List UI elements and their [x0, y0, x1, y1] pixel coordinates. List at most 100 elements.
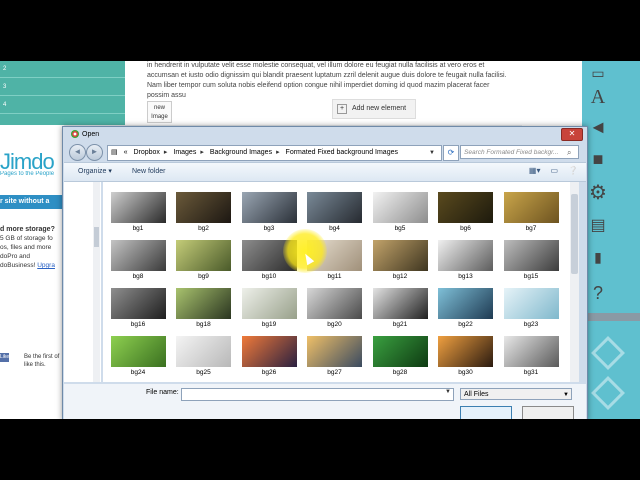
- file-name: bg1: [132, 225, 144, 232]
- file-item[interactable]: bg5: [367, 192, 433, 232]
- organize-menu[interactable]: Organize ▾: [78, 163, 112, 181]
- site-banner[interactable]: r site without a: [0, 195, 64, 209]
- file-name: bg23: [523, 321, 539, 328]
- upgrade-link[interactable]: Upgra: [37, 262, 55, 269]
- nav-menu: 2 3 4: [0, 61, 125, 125]
- image-thumbnail: [307, 336, 362, 367]
- file-item[interactable]: bg16: [105, 288, 171, 328]
- breadcrumb-current-folder[interactable]: Formated Fixed background Images: [286, 149, 398, 156]
- search-placeholder: Search Formated Fixed backgr...: [464, 149, 559, 156]
- file-item[interactable]: bg20: [302, 288, 368, 328]
- file-name: bg5: [394, 225, 406, 232]
- breadcrumb-images[interactable]: Images: [173, 149, 196, 156]
- file-type-select[interactable]: All Files ▼: [460, 388, 572, 400]
- file-item[interactable]: bg1: [105, 192, 171, 232]
- file-item[interactable]: bg30: [433, 336, 499, 376]
- new-folder-button[interactable]: New folder: [132, 163, 165, 181]
- gear-icon[interactable]: ⚙: [585, 181, 611, 205]
- image-thumbnail: [110, 288, 166, 319]
- file-item[interactable]: bg28: [367, 336, 433, 376]
- file-name: bg26: [261, 369, 277, 376]
- facebook-like-button[interactable]: Like: [0, 353, 9, 362]
- file-name-label: File name:: [146, 389, 179, 396]
- file-item[interactable]: bg24: [105, 336, 171, 376]
- close-button[interactable]: ✕: [561, 128, 583, 141]
- open-button[interactable]: [460, 406, 512, 419]
- preview-pane-icon[interactable]: ▭: [550, 166, 558, 175]
- clipboard-icon[interactable]: ▤: [585, 214, 611, 238]
- file-name-input[interactable]: ▼: [181, 388, 454, 401]
- file-item[interactable]: bg13: [433, 240, 499, 280]
- breadcrumb-chevron-icon[interactable]: ▸: [200, 149, 204, 156]
- file-item[interactable]: bg15: [498, 240, 564, 280]
- file-item[interactable]: bg2: [171, 192, 237, 232]
- back-button[interactable]: ◄: [69, 144, 86, 161]
- file-item[interactable]: bg12: [367, 240, 433, 280]
- box-icon[interactable]: ■: [585, 147, 611, 171]
- chevron-down-icon[interactable]: ▼: [445, 389, 451, 395]
- file-item[interactable]: bg19: [236, 288, 302, 328]
- forward-button[interactable]: ►: [86, 144, 103, 161]
- file-item[interactable]: bg8: [105, 240, 171, 280]
- file-name: bg12: [392, 273, 408, 280]
- image-thumbnail: [372, 336, 428, 367]
- file-item[interactable]: bg3: [236, 192, 302, 232]
- hex-decoration: [527, 64, 561, 98]
- screen: 2 3 4 Jimdo Pages to the People r site w…: [0, 61, 640, 419]
- refresh-button[interactable]: ⟳: [443, 145, 459, 161]
- new-image-element[interactable]: new Image: [147, 101, 172, 123]
- address-bar[interactable]: ▤ « Dropbox ▸ Images ▸ Background Images ▸ …: [107, 145, 442, 161]
- chevron-down-icon[interactable]: ▼: [563, 389, 569, 401]
- file-item[interactable]: bg9: [171, 240, 237, 280]
- megaphone-icon[interactable]: ◄: [585, 115, 611, 139]
- file-name: bg10: [261, 273, 277, 280]
- stats-icon[interactable]: ▮: [585, 245, 611, 269]
- file-item[interactable]: bg26: [236, 336, 302, 376]
- file-item[interactable]: bg4: [302, 192, 368, 232]
- image-thumbnail: [110, 240, 166, 271]
- cursor-highlight: [283, 229, 327, 273]
- file-item[interactable]: bg6: [433, 192, 499, 232]
- search-icon[interactable]: ⌕: [567, 146, 576, 160]
- dialog-title-text: Open: [82, 130, 100, 138]
- navigation-pane-scroll-thumb[interactable]: [94, 227, 99, 247]
- add-new-element-button[interactable]: + Add new element: [332, 99, 416, 119]
- help-icon[interactable]: ❔: [568, 166, 578, 175]
- scroll-thumb[interactable]: [571, 194, 578, 274]
- breadcrumb-dropbox[interactable]: Dropbox: [133, 149, 159, 156]
- file-item[interactable]: bg22: [433, 288, 499, 328]
- image-thumbnail: [503, 192, 559, 223]
- file-item[interactable]: bg21: [367, 288, 433, 328]
- file-grid-scrollbar[interactable]: [570, 182, 579, 382]
- file-name: bg3: [263, 225, 275, 232]
- view-controls: ▦▾ ▭ ❔: [519, 166, 578, 175]
- breadcrumb-chevron-icon[interactable]: ▸: [276, 149, 280, 156]
- monitor-icon[interactable]: ▭: [585, 61, 611, 85]
- change-view-icon[interactable]: ▦▾: [529, 166, 541, 175]
- nav-item-4[interactable]: 4: [0, 97, 125, 114]
- help-icon[interactable]: ?: [585, 281, 611, 305]
- file-item[interactable]: bg7: [498, 192, 564, 232]
- like-text: Be the first of like this.: [24, 354, 60, 368]
- font-icon[interactable]: A: [585, 85, 611, 109]
- file-item[interactable]: bg25: [171, 336, 237, 376]
- search-input[interactable]: Search Formated Fixed backgr... ⌕: [460, 145, 579, 159]
- file-item[interactable]: bg31: [498, 336, 564, 376]
- hex-decoration: [591, 376, 625, 410]
- chevron-down-icon[interactable]: ▼: [429, 146, 435, 160]
- file-item[interactable]: bg18: [171, 288, 237, 328]
- breadcrumb-background-images[interactable]: Background Images: [210, 149, 272, 156]
- file-name: bg25: [196, 369, 211, 376]
- breadcrumb-overflow[interactable]: «: [124, 149, 128, 156]
- navigation-pane-scrollbar[interactable]: [93, 182, 100, 382]
- image-thumbnail: [307, 288, 362, 319]
- file-name: bg7: [525, 225, 537, 232]
- file-item[interactable]: bg23: [498, 288, 564, 328]
- lorem-paragraph: in hendrerit in vulputate velit esse mol…: [147, 62, 507, 99]
- image-thumbnail: [241, 336, 297, 367]
- nav-item-2[interactable]: 2: [0, 61, 125, 78]
- nav-item-3[interactable]: 3: [0, 79, 125, 96]
- cancel-button[interactable]: [522, 406, 574, 419]
- file-item[interactable]: bg27: [302, 336, 368, 376]
- breadcrumb-chevron-icon[interactable]: ▸: [164, 149, 168, 156]
